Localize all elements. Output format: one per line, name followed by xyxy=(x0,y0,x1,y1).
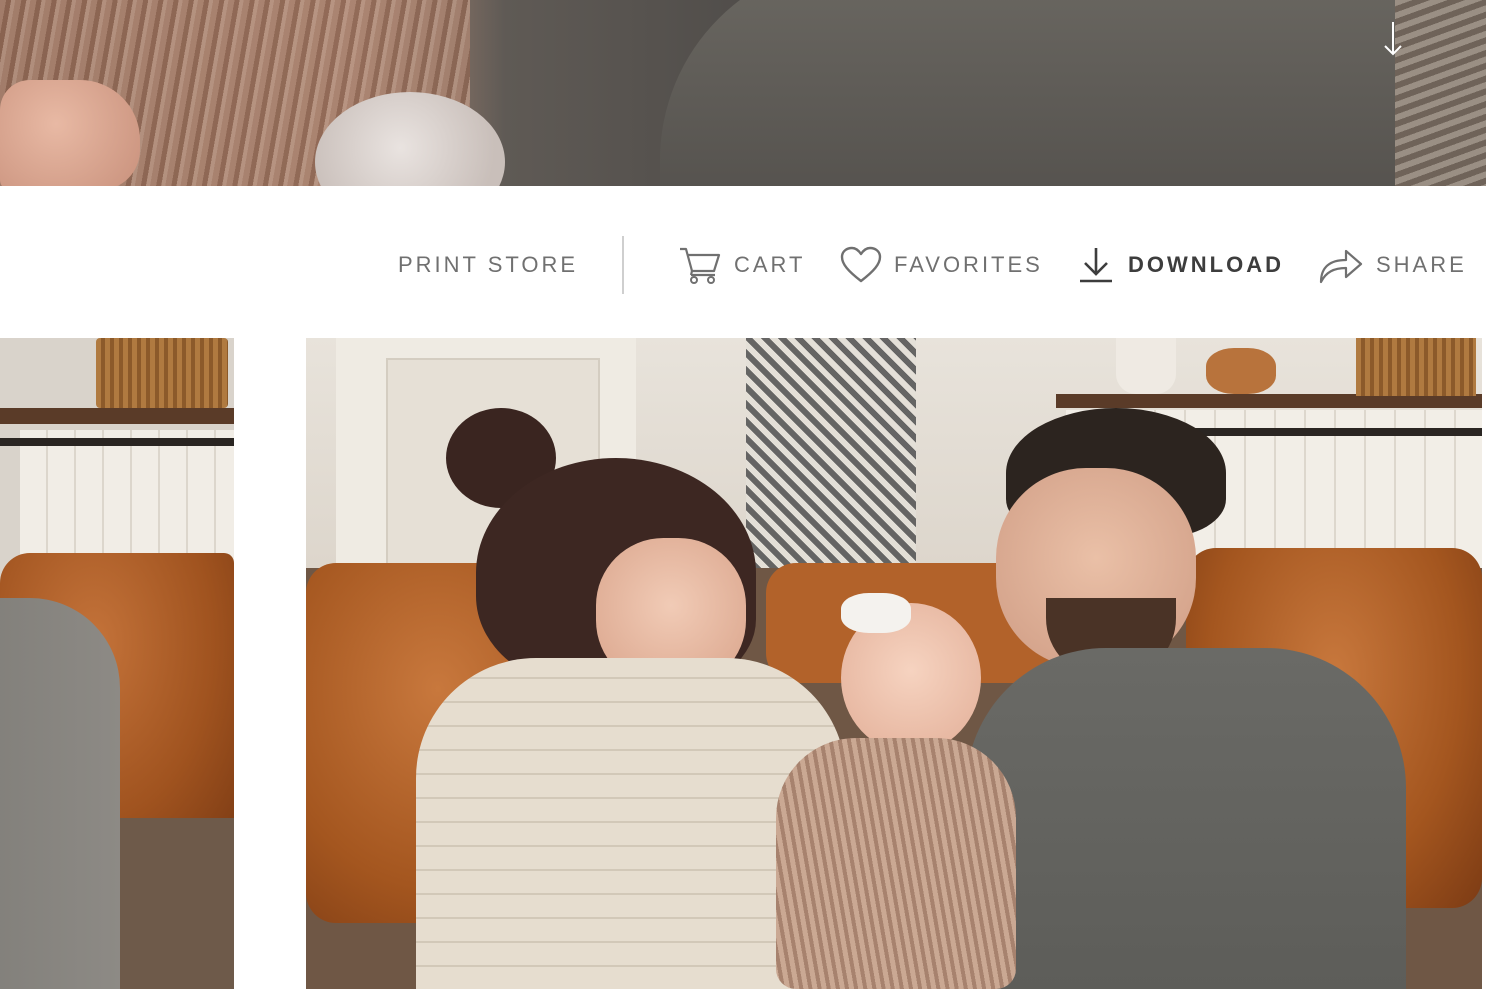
baby-outfit xyxy=(776,738,1016,989)
hero-photo xyxy=(0,0,1486,186)
share-icon xyxy=(1318,245,1364,285)
heart-icon xyxy=(840,246,882,284)
basket-right xyxy=(1356,338,1476,396)
download-icon xyxy=(1076,245,1116,285)
right-shelf xyxy=(1056,394,1482,408)
shelf xyxy=(0,408,234,424)
cart-icon xyxy=(678,245,722,285)
blanket-hanging xyxy=(746,338,916,578)
print-store-label: PRINT STORE xyxy=(398,252,579,277)
cart-button[interactable]: CART xyxy=(678,238,806,292)
share-label: SHARE xyxy=(1376,252,1467,277)
gallery-toolbar: PRINT STORE CART FAVORITES DOWNLOAD SHAR… xyxy=(0,186,1486,338)
print-store-link[interactable]: PRINT STORE xyxy=(398,238,578,292)
baby-bow xyxy=(841,593,911,633)
download-label: DOWNLOAD xyxy=(1128,252,1284,277)
sleeve xyxy=(0,598,120,989)
cart-label: CART xyxy=(734,252,806,277)
toolbar-divider xyxy=(622,236,624,294)
hero-hand xyxy=(0,80,140,186)
favorites-button[interactable]: FAVORITES xyxy=(840,238,1043,292)
basket xyxy=(96,338,228,408)
man-shirt xyxy=(966,648,1406,989)
download-button[interactable]: DOWNLOAD xyxy=(1076,238,1284,292)
hero-sleeve xyxy=(660,0,1420,186)
gallery-photo-main[interactable] xyxy=(306,338,1482,989)
hero-pillow xyxy=(1395,0,1486,186)
arrow-down-icon[interactable] xyxy=(1378,20,1408,58)
cabinet-rail xyxy=(0,438,234,446)
decor-vase xyxy=(1116,338,1176,394)
decor-pumpkin xyxy=(1206,348,1276,394)
favorites-label: FAVORITES xyxy=(894,252,1043,277)
gallery-photo-left[interactable] xyxy=(0,338,234,989)
share-button[interactable]: SHARE xyxy=(1318,238,1467,292)
